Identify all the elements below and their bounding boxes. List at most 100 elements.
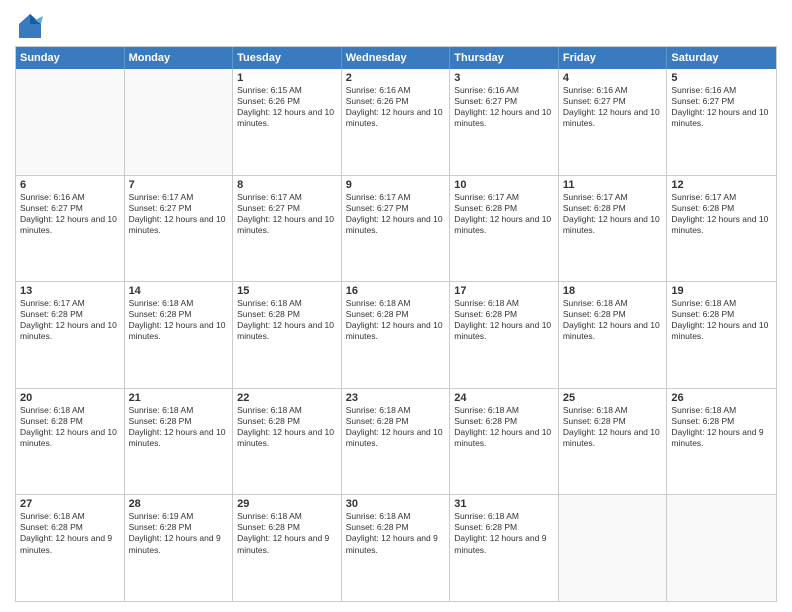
header-day-thursday: Thursday (450, 47, 559, 69)
cal-cell: 24Sunrise: 6:18 AMSunset: 6:28 PMDayligh… (450, 389, 559, 495)
cal-cell (667, 495, 776, 601)
cal-cell: 27Sunrise: 6:18 AMSunset: 6:28 PMDayligh… (16, 495, 125, 601)
cell-info: Sunrise: 6:18 AMSunset: 6:28 PMDaylight:… (563, 298, 663, 342)
cell-info: Sunrise: 6:18 AMSunset: 6:28 PMDaylight:… (454, 405, 554, 449)
cell-info: Sunrise: 6:17 AMSunset: 6:28 PMDaylight:… (563, 192, 663, 236)
page: SundayMondayTuesdayWednesdayThursdayFrid… (0, 0, 792, 612)
day-number: 4 (563, 72, 663, 84)
cal-cell: 19Sunrise: 6:18 AMSunset: 6:28 PMDayligh… (667, 282, 776, 388)
cal-cell: 13Sunrise: 6:17 AMSunset: 6:28 PMDayligh… (16, 282, 125, 388)
cal-cell (16, 69, 125, 175)
calendar-row-2: 13Sunrise: 6:17 AMSunset: 6:28 PMDayligh… (16, 281, 776, 388)
calendar-row-4: 27Sunrise: 6:18 AMSunset: 6:28 PMDayligh… (16, 494, 776, 601)
cal-cell: 18Sunrise: 6:18 AMSunset: 6:28 PMDayligh… (559, 282, 668, 388)
day-number: 9 (346, 179, 446, 191)
day-number: 11 (563, 179, 663, 191)
cell-info: Sunrise: 6:17 AMSunset: 6:28 PMDaylight:… (454, 192, 554, 236)
cal-cell: 11Sunrise: 6:17 AMSunset: 6:28 PMDayligh… (559, 176, 668, 282)
cal-cell: 31Sunrise: 6:18 AMSunset: 6:28 PMDayligh… (450, 495, 559, 601)
cell-info: Sunrise: 6:16 AMSunset: 6:27 PMDaylight:… (671, 85, 772, 129)
cell-info: Sunrise: 6:18 AMSunset: 6:28 PMDaylight:… (563, 405, 663, 449)
cal-cell: 4Sunrise: 6:16 AMSunset: 6:27 PMDaylight… (559, 69, 668, 175)
cal-cell: 1Sunrise: 6:15 AMSunset: 6:26 PMDaylight… (233, 69, 342, 175)
logo (15, 10, 49, 40)
day-number: 27 (20, 498, 120, 510)
day-number: 22 (237, 392, 337, 404)
cell-info: Sunrise: 6:17 AMSunset: 6:27 PMDaylight:… (346, 192, 446, 236)
day-number: 16 (346, 285, 446, 297)
cell-info: Sunrise: 6:18 AMSunset: 6:28 PMDaylight:… (237, 511, 337, 555)
day-number: 3 (454, 72, 554, 84)
header-day-friday: Friday (559, 47, 668, 69)
cell-info: Sunrise: 6:17 AMSunset: 6:28 PMDaylight:… (671, 192, 772, 236)
day-number: 6 (20, 179, 120, 191)
cell-info: Sunrise: 6:17 AMSunset: 6:27 PMDaylight:… (129, 192, 229, 236)
day-number: 31 (454, 498, 554, 510)
cell-info: Sunrise: 6:18 AMSunset: 6:28 PMDaylight:… (346, 298, 446, 342)
header-day-tuesday: Tuesday (233, 47, 342, 69)
cal-cell: 2Sunrise: 6:16 AMSunset: 6:26 PMDaylight… (342, 69, 451, 175)
cell-info: Sunrise: 6:18 AMSunset: 6:28 PMDaylight:… (671, 405, 772, 449)
cal-cell: 9Sunrise: 6:17 AMSunset: 6:27 PMDaylight… (342, 176, 451, 282)
cal-cell: 28Sunrise: 6:19 AMSunset: 6:28 PMDayligh… (125, 495, 234, 601)
cal-cell: 10Sunrise: 6:17 AMSunset: 6:28 PMDayligh… (450, 176, 559, 282)
day-number: 26 (671, 392, 772, 404)
calendar-row-0: 1Sunrise: 6:15 AMSunset: 6:26 PMDaylight… (16, 69, 776, 175)
day-number: 15 (237, 285, 337, 297)
cell-info: Sunrise: 6:16 AMSunset: 6:27 PMDaylight:… (563, 85, 663, 129)
cell-info: Sunrise: 6:17 AMSunset: 6:28 PMDaylight:… (20, 298, 120, 342)
cell-info: Sunrise: 6:18 AMSunset: 6:28 PMDaylight:… (346, 405, 446, 449)
cal-cell (559, 495, 668, 601)
calendar: SundayMondayTuesdayWednesdayThursdayFrid… (15, 46, 777, 602)
cell-info: Sunrise: 6:16 AMSunset: 6:27 PMDaylight:… (454, 85, 554, 129)
cell-info: Sunrise: 6:18 AMSunset: 6:28 PMDaylight:… (237, 298, 337, 342)
day-number: 5 (671, 72, 772, 84)
header-day-wednesday: Wednesday (342, 47, 451, 69)
cell-info: Sunrise: 6:18 AMSunset: 6:28 PMDaylight:… (129, 298, 229, 342)
day-number: 30 (346, 498, 446, 510)
header-day-monday: Monday (125, 47, 234, 69)
cell-info: Sunrise: 6:18 AMSunset: 6:28 PMDaylight:… (20, 511, 120, 555)
cell-info: Sunrise: 6:18 AMSunset: 6:28 PMDaylight:… (129, 405, 229, 449)
cal-cell: 26Sunrise: 6:18 AMSunset: 6:28 PMDayligh… (667, 389, 776, 495)
cal-cell: 25Sunrise: 6:18 AMSunset: 6:28 PMDayligh… (559, 389, 668, 495)
day-number: 14 (129, 285, 229, 297)
cal-cell: 14Sunrise: 6:18 AMSunset: 6:28 PMDayligh… (125, 282, 234, 388)
cal-cell: 5Sunrise: 6:16 AMSunset: 6:27 PMDaylight… (667, 69, 776, 175)
cell-info: Sunrise: 6:18 AMSunset: 6:28 PMDaylight:… (454, 511, 554, 555)
cell-info: Sunrise: 6:18 AMSunset: 6:28 PMDaylight:… (237, 405, 337, 449)
cell-info: Sunrise: 6:17 AMSunset: 6:27 PMDaylight:… (237, 192, 337, 236)
day-number: 29 (237, 498, 337, 510)
cal-cell: 22Sunrise: 6:18 AMSunset: 6:28 PMDayligh… (233, 389, 342, 495)
cal-cell (125, 69, 234, 175)
cell-info: Sunrise: 6:15 AMSunset: 6:26 PMDaylight:… (237, 85, 337, 129)
cal-cell: 3Sunrise: 6:16 AMSunset: 6:27 PMDaylight… (450, 69, 559, 175)
day-number: 18 (563, 285, 663, 297)
calendar-header: SundayMondayTuesdayWednesdayThursdayFrid… (16, 47, 776, 69)
day-number: 17 (454, 285, 554, 297)
day-number: 1 (237, 72, 337, 84)
cal-cell: 17Sunrise: 6:18 AMSunset: 6:28 PMDayligh… (450, 282, 559, 388)
cal-cell: 6Sunrise: 6:16 AMSunset: 6:27 PMDaylight… (16, 176, 125, 282)
day-number: 28 (129, 498, 229, 510)
cell-info: Sunrise: 6:16 AMSunset: 6:27 PMDaylight:… (20, 192, 120, 236)
day-number: 23 (346, 392, 446, 404)
day-number: 20 (20, 392, 120, 404)
cal-cell: 30Sunrise: 6:18 AMSunset: 6:28 PMDayligh… (342, 495, 451, 601)
cal-cell: 7Sunrise: 6:17 AMSunset: 6:27 PMDaylight… (125, 176, 234, 282)
day-number: 13 (20, 285, 120, 297)
day-number: 19 (671, 285, 772, 297)
cal-cell: 23Sunrise: 6:18 AMSunset: 6:28 PMDayligh… (342, 389, 451, 495)
cell-info: Sunrise: 6:18 AMSunset: 6:28 PMDaylight:… (671, 298, 772, 342)
day-number: 24 (454, 392, 554, 404)
cal-cell: 15Sunrise: 6:18 AMSunset: 6:28 PMDayligh… (233, 282, 342, 388)
day-number: 2 (346, 72, 446, 84)
cell-info: Sunrise: 6:16 AMSunset: 6:26 PMDaylight:… (346, 85, 446, 129)
day-number: 8 (237, 179, 337, 191)
cal-cell: 16Sunrise: 6:18 AMSunset: 6:28 PMDayligh… (342, 282, 451, 388)
header-day-sunday: Sunday (16, 47, 125, 69)
header-day-saturday: Saturday (667, 47, 776, 69)
day-number: 7 (129, 179, 229, 191)
cal-cell: 12Sunrise: 6:17 AMSunset: 6:28 PMDayligh… (667, 176, 776, 282)
logo-icon (15, 10, 45, 40)
